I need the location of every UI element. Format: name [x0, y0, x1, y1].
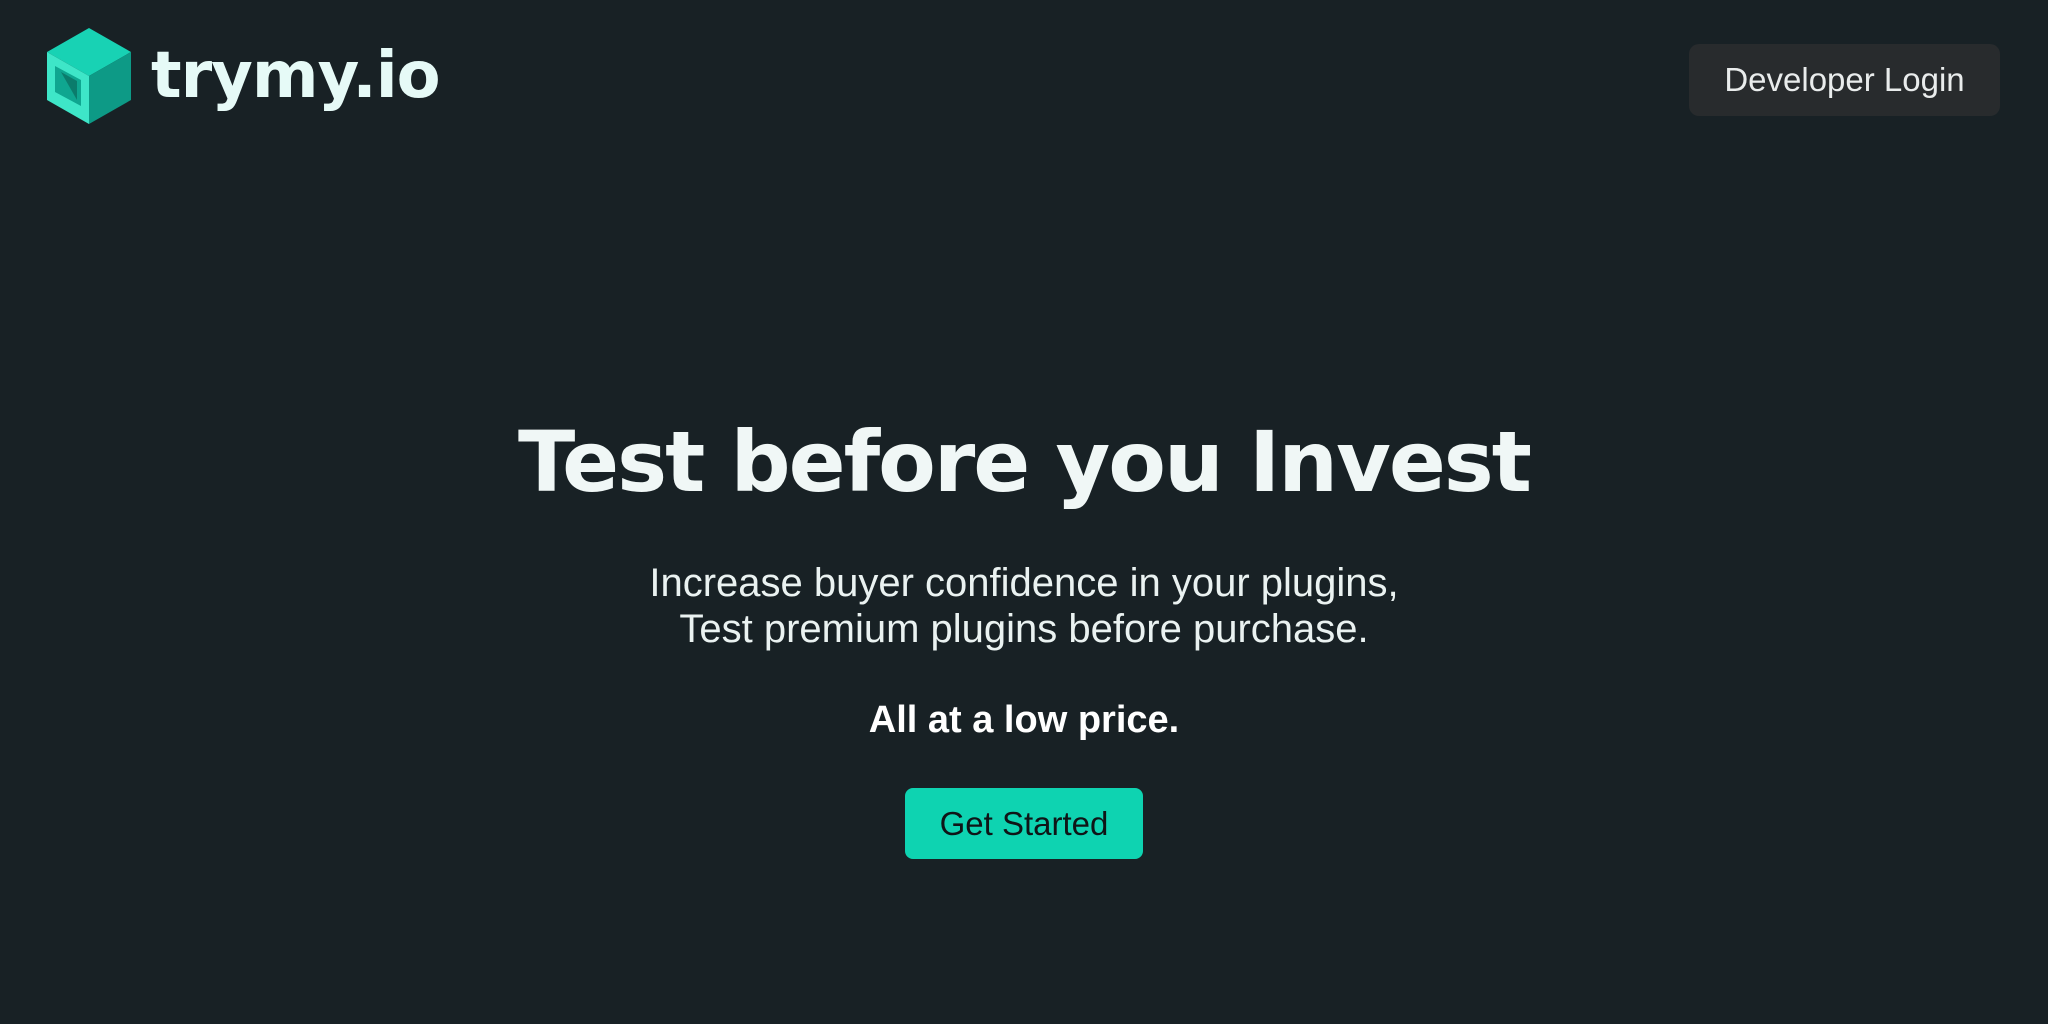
hero-price-tagline: All at a low price.	[868, 699, 1180, 741]
hero-subtitle-line-1: Increase buyer confidence in your plugin…	[649, 561, 1399, 605]
landing-page: trymy.io Developer Login Test before you…	[0, 0, 2048, 1024]
brand-home-link[interactable]: trymy.io	[47, 28, 441, 124]
green-cube-icon	[47, 28, 131, 124]
get-started-button[interactable]: Get Started	[905, 788, 1143, 859]
hero-title: Test before you Invest	[518, 413, 1532, 511]
hero-subtitle-line-2: Test premium plugins before purchase.	[679, 607, 1369, 651]
developer-login-button[interactable]: Developer Login	[1689, 44, 2000, 116]
hero-subtitle: Increase buyer confidence in your plugin…	[0, 560, 2048, 652]
brand-name: trymy.io	[151, 39, 441, 113]
